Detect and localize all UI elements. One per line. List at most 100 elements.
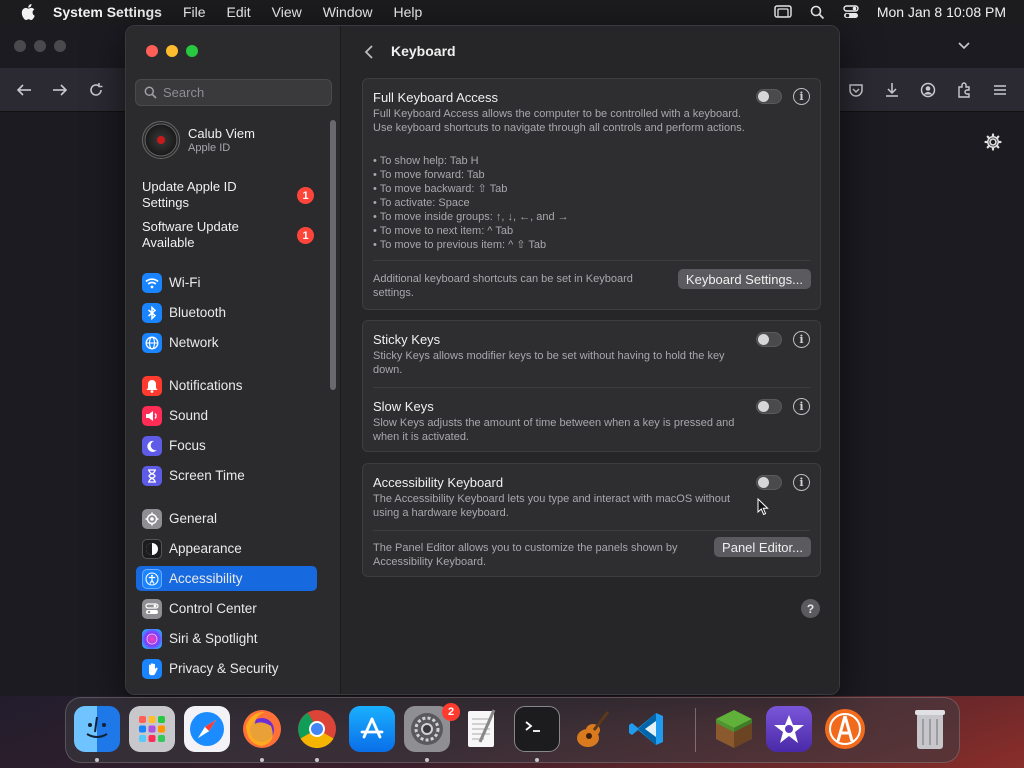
sidebar-item-privacy-security[interactable]: Privacy & Security <box>136 656 316 681</box>
full-keyboard-access-title: Full Keyboard Access <box>373 90 499 105</box>
control-center-icon[interactable] <box>843 5 859 19</box>
screen-mirroring-icon[interactable] <box>774 5 792 19</box>
full-keyboard-access-description: Full Keyboard Access allows the computer… <box>373 108 745 134</box>
search-icon <box>144 86 157 99</box>
browser-close-button[interactable] <box>14 40 26 52</box>
download-icon[interactable] <box>882 80 902 100</box>
sidebar-item-siri-spotlight[interactable]: Siri & Spotlight <box>136 626 316 651</box>
panel-editor-button[interactable]: Panel Editor... <box>714 537 811 557</box>
menu-window[interactable]: Window <box>323 4 373 20</box>
sidebar-item-focus[interactable]: Focus <box>136 433 316 458</box>
back-button[interactable] <box>361 43 377 61</box>
sidebar-item-label: Sound <box>169 408 209 423</box>
sticky-keys-toggle[interactable] <box>756 332 782 347</box>
sidebar-item-screen-time[interactable]: Screen Time <box>136 463 316 488</box>
search-input[interactable] <box>163 85 323 100</box>
appearance-icon <box>142 538 162 559</box>
wifi-icon <box>142 272 162 293</box>
help-button[interactable]: ? <box>801 599 820 618</box>
accessibility-keyboard-toggle[interactable] <box>756 475 782 490</box>
finder-icon[interactable] <box>74 706 120 752</box>
sidebar-item-label: Accessibility <box>169 571 243 586</box>
slow-keys-info-button[interactable]: i <box>793 398 810 415</box>
panel-editor-hint: The Panel Editor allows you to customize… <box>373 542 678 568</box>
pocket-icon[interactable] <box>846 80 866 100</box>
zoom-button[interactable] <box>186 45 198 57</box>
vscode-icon[interactable] <box>624 706 670 752</box>
account-icon[interactable] <box>918 80 938 100</box>
hand-icon <box>142 658 162 679</box>
forward-arrow-icon[interactable] <box>50 80 70 100</box>
sidebar-item-appearance[interactable]: Appearance <box>136 536 316 561</box>
shortcut-item: • To move to previous item: ^ ⇧ Tab <box>373 239 547 251</box>
apple-id-profile[interactable]: Calub Viem Apple ID <box>142 120 322 160</box>
menu-bar: System Settings File Edit View Window He… <box>0 0 1024 24</box>
sidebar-item-notifications[interactable]: Notifications <box>136 373 316 398</box>
sidebar-item-network[interactable]: Network <box>136 330 316 355</box>
accessibility-keyboard-info-button[interactable]: i <box>793 474 810 491</box>
search-field[interactable] <box>135 79 332 106</box>
slow-keys-title: Slow Keys <box>373 399 434 414</box>
sidebar-item-control-center[interactable]: Control Center <box>136 596 316 621</box>
garageband-icon[interactable] <box>569 706 615 752</box>
menu-help[interactable]: Help <box>394 4 423 20</box>
dock-separator <box>695 708 696 752</box>
apple-icon[interactable] <box>18 4 38 20</box>
extensions-icon[interactable] <box>954 80 974 100</box>
close-button[interactable] <box>146 45 158 57</box>
update-apple-id-settings-item[interactable]: Update Apple ID Settings 1 <box>142 179 322 213</box>
imovie-icon[interactable] <box>766 706 812 752</box>
reload-icon[interactable] <box>86 80 106 100</box>
sidebar-item-sound[interactable]: Sound <box>136 403 316 428</box>
accessibility-keyboard-card: Accessibility Keyboard i The Accessibili… <box>362 463 821 577</box>
sidebar-item-label: Siri & Spotlight <box>169 631 258 646</box>
page-title: Keyboard <box>391 43 456 59</box>
sidebar-item-label: Focus <box>169 438 206 453</box>
main-pane: Keyboard Full Keyboard Access i Full Key… <box>341 26 839 694</box>
chrome-icon[interactable] <box>294 706 340 752</box>
sticky-keys-info-button[interactable]: i <box>793 331 810 348</box>
avatar <box>142 121 180 159</box>
textedit-icon[interactable] <box>459 706 505 752</box>
app-icon[interactable] <box>822 706 868 752</box>
notification-badge: 1 <box>297 227 314 244</box>
full-keyboard-access-toggle[interactable] <box>756 89 782 104</box>
sidebar-item-general[interactable]: General <box>136 506 316 531</box>
menu-file[interactable]: File <box>183 4 206 20</box>
gear-icon[interactable] <box>983 132 1003 152</box>
sidebar-scrollbar[interactable] <box>330 120 336 390</box>
terminal-icon[interactable] <box>514 706 560 752</box>
moon-icon <box>142 435 162 456</box>
full-keyboard-access-info-button[interactable]: i <box>793 88 810 105</box>
minimize-button[interactable] <box>166 45 178 57</box>
firefox-icon[interactable] <box>239 706 285 752</box>
chevron-down-icon[interactable] <box>954 36 974 56</box>
shortcut-item: • To move to next item: ^ Tab <box>373 225 514 237</box>
dock: 2 <box>65 697 960 763</box>
menu-clock[interactable]: Mon Jan 8 10:08 PM <box>877 4 1006 20</box>
hamburger-menu-icon[interactable] <box>990 80 1010 100</box>
spotlight-search-icon[interactable] <box>810 5 825 20</box>
safari-icon[interactable] <box>184 706 230 752</box>
app-store-icon[interactable] <box>349 706 395 752</box>
sidebar-item-wifi[interactable]: Wi-Fi <box>136 270 316 295</box>
menu-extras: Mon Jan 8 10:08 PM <box>756 4 1024 20</box>
minecraft-icon[interactable] <box>711 706 757 752</box>
sidebar-item-bluetooth[interactable]: Bluetooth <box>136 300 316 325</box>
menu-edit[interactable]: Edit <box>227 4 251 20</box>
trash-icon[interactable] <box>907 706 953 752</box>
notification-badge: 1 <box>297 187 314 204</box>
accessibility-keyboard-description: The Accessibility Keyboard lets you type… <box>373 493 731 519</box>
sidebar-item-accessibility[interactable]: Accessibility <box>136 566 317 591</box>
launchpad-icon[interactable] <box>129 706 175 752</box>
shortcut-item: • To move forward: Tab <box>373 169 485 181</box>
software-update-available-item[interactable]: Software Update Available 1 <box>142 219 322 253</box>
menu-view[interactable]: View <box>272 4 302 20</box>
keyboard-settings-button[interactable]: Keyboard Settings... <box>677 269 811 289</box>
divider <box>373 387 810 388</box>
slow-keys-toggle[interactable] <box>756 399 782 414</box>
browser-minimize-button[interactable] <box>34 40 46 52</box>
browser-zoom-button[interactable] <box>54 40 66 52</box>
menu-app-name[interactable]: System Settings <box>53 4 162 20</box>
back-arrow-icon[interactable] <box>14 80 34 100</box>
